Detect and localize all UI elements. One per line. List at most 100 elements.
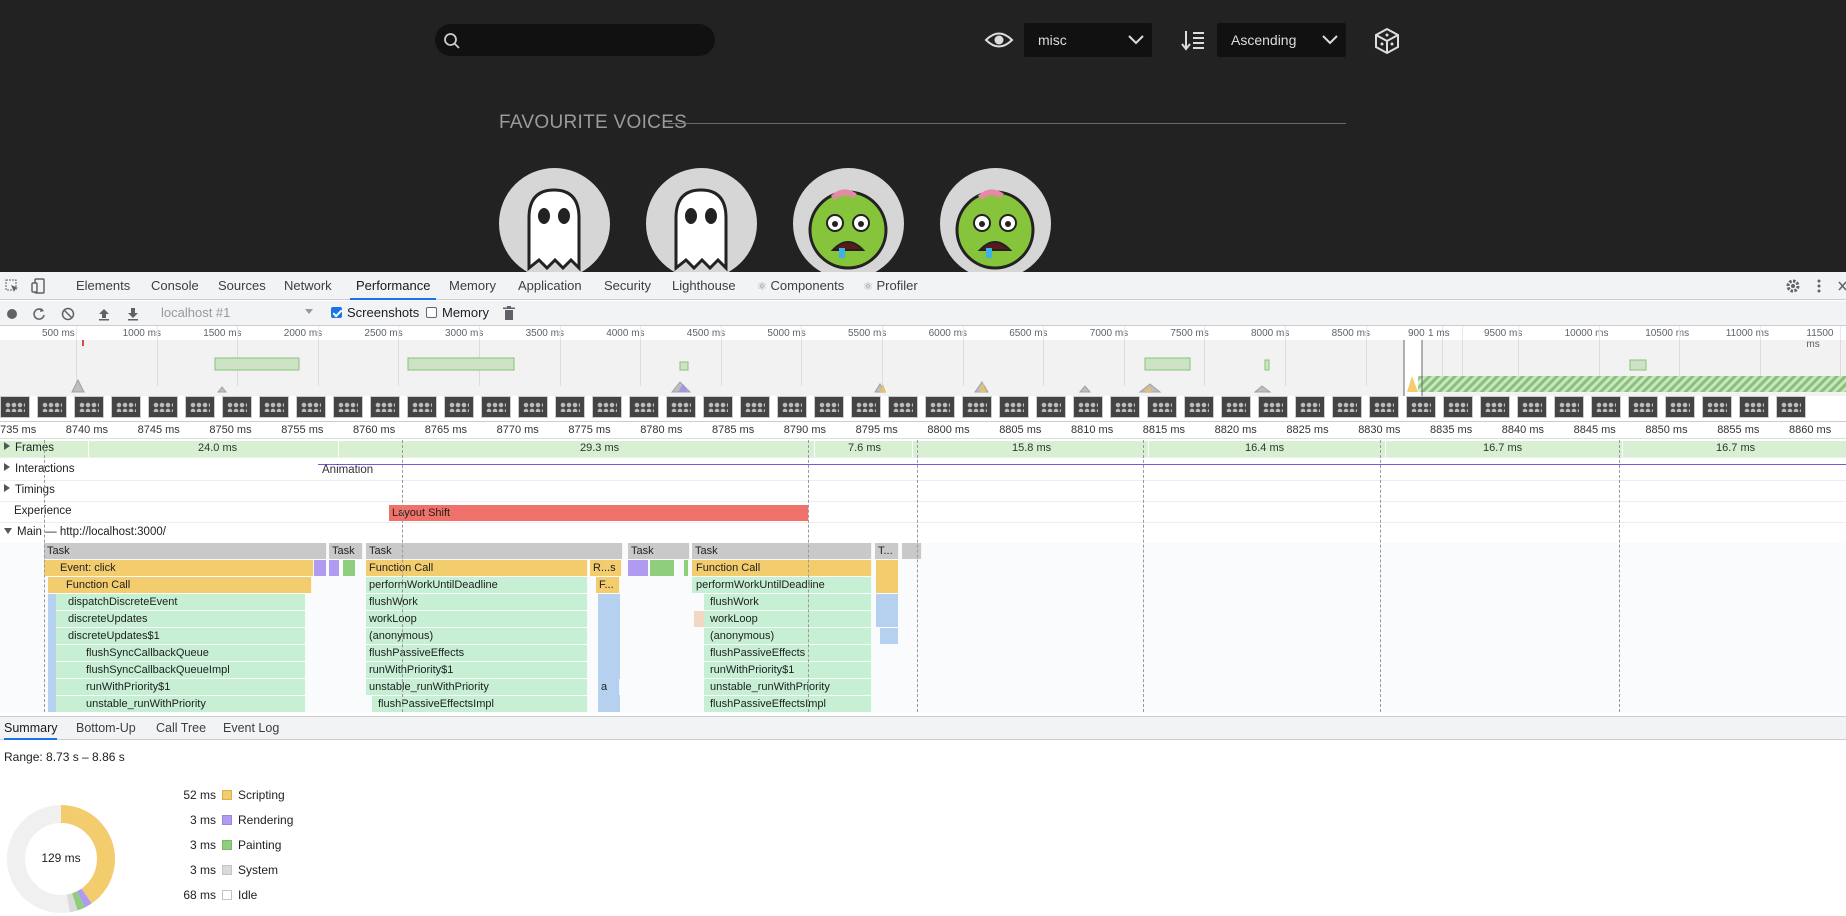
flame-entry[interactable]: flushPassiveEffectsImpl (704, 696, 872, 712)
screenshot-thumbnail[interactable] (518, 396, 548, 418)
screenshot-thumbnail[interactable] (1665, 396, 1695, 418)
category-dropdown[interactable]: misc (1024, 23, 1152, 57)
rendering-block[interactable] (628, 560, 648, 576)
flame-entry[interactable]: workLoop (704, 611, 872, 627)
interactions-track-label[interactable]: Interactions (4, 463, 74, 475)
flame-entry[interactable]: a (598, 679, 620, 695)
task-bar[interactable]: Task (329, 543, 363, 559)
frames-track-label[interactable]: Frames (4, 442, 54, 454)
timings-track[interactable]: Timings (0, 481, 1846, 502)
experience-track[interactable]: Experience Layout Shift (0, 502, 1846, 523)
flame-entry[interactable]: unstable_runWithPriority (48, 696, 306, 712)
function-call-bar[interactable]: Function Call (366, 560, 588, 576)
function-call-bar[interactable]: Function Call (692, 560, 872, 576)
screenshot-thumbnail[interactable] (703, 396, 733, 418)
timeline-overview[interactable]: 500 ms 1000 ms 1500 ms 2000 ms 2500 ms 3000 m… (0, 326, 1846, 422)
tab-console[interactable]: Console (151, 272, 199, 300)
flame-entry[interactable]: discreteUpdates$1 (48, 628, 306, 644)
tab-performance[interactable]: Performance (350, 272, 437, 300)
more-vert-icon[interactable] (1816, 278, 1822, 294)
event-click-bar[interactable]: Event: click (44, 560, 314, 576)
tab-profiler[interactable]: ⚛ Profiler (863, 272, 918, 300)
tab-elements[interactable]: Elements (76, 272, 130, 300)
task-bar[interactable]: Task (366, 543, 623, 559)
flame-entry[interactable]: performWorkUntilDeadline (366, 577, 588, 593)
sort-order-dropdown[interactable]: Ascending (1217, 23, 1346, 57)
flame-entry[interactable]: R...s (590, 560, 622, 576)
tab-event-log[interactable]: Event Log (223, 717, 279, 740)
gear-icon[interactable] (1785, 278, 1801, 294)
flame-entry[interactable] (876, 594, 898, 627)
dice-icon[interactable] (1372, 25, 1402, 55)
inspect-element-icon[interactable] (5, 279, 19, 293)
flame-entry[interactable]: flushPassiveEffects (704, 645, 872, 661)
flame-entry[interactable]: flushSyncCallbackQueueImpl (48, 662, 306, 678)
painting-block[interactable] (684, 560, 688, 576)
screenshot-thumbnail[interactable] (1036, 396, 1066, 418)
rendering-block[interactable] (314, 560, 326, 576)
screenshot-thumbnail[interactable] (962, 396, 992, 418)
flame-entry[interactable]: dispatchDiscreteEvent (48, 594, 306, 610)
tab-call-tree[interactable]: Call Tree (156, 717, 206, 740)
flame-entry[interactable] (48, 594, 56, 712)
upload-icon[interactable] (97, 307, 111, 321)
flame-entry[interactable]: runWithPriority$1 (48, 679, 306, 695)
tab-bottom-up[interactable]: Bottom-Up (76, 717, 136, 740)
rendering-block[interactable] (329, 560, 339, 576)
painting-block[interactable] (343, 560, 355, 576)
screenshot-thumbnail[interactable] (1739, 396, 1769, 418)
screenshot-thumbnail[interactable] (148, 396, 178, 418)
frames-track[interactable]: Frames 24.0 ms 29.3 ms 7.6 ms 15.8 ms 16… (0, 440, 1846, 458)
screenshot-thumbnail[interactable] (1147, 396, 1177, 418)
interactions-track[interactable]: Interactions Animation (0, 460, 1846, 481)
flame-entry[interactable]: unstable_runWithPriority (366, 679, 588, 695)
flame-entry[interactable]: F... (596, 577, 620, 593)
flame-chart[interactable]: Task Task Task Task Task T... Event: cli… (0, 543, 1846, 713)
screenshot-thumbnail[interactable] (185, 396, 215, 418)
flame-entry[interactable]: unstable_runWithPriority (704, 679, 872, 695)
tab-components[interactable]: ⚛ Components (757, 272, 844, 300)
main-track-label[interactable]: Main — http://localhost:3000/ (4, 526, 166, 538)
tab-lighthouse[interactable]: Lighthouse (672, 272, 736, 300)
screenshot-thumbnail[interactable] (370, 396, 400, 418)
screenshot-thumbnail[interactable] (1443, 396, 1473, 418)
screenshot-thumbnail[interactable] (407, 396, 437, 418)
screenshot-thumbnail[interactable] (814, 396, 844, 418)
screenshot-thumbnail[interactable] (74, 396, 104, 418)
flame-entry[interactable]: discreteUpdates (48, 611, 306, 627)
screenshot-thumbnail[interactable] (1554, 396, 1584, 418)
experience-track-label[interactable]: Experience (14, 505, 72, 517)
eye-icon[interactable] (984, 29, 1014, 51)
search-input[interactable] (435, 24, 715, 56)
flame-entry[interactable] (694, 611, 704, 627)
scripting-block[interactable] (876, 560, 898, 593)
screenshot-thumbnail[interactable] (1221, 396, 1251, 418)
screenshot-thumbnail[interactable] (1073, 396, 1103, 418)
screenshot-thumbnail[interactable] (296, 396, 326, 418)
flame-entry[interactable]: (anonymous) (704, 628, 872, 644)
flame-entry[interactable]: flushSyncCallbackQueue (48, 645, 306, 661)
flame-entry[interactable]: flushWork (704, 594, 872, 610)
tab-summary[interactable]: Summary (4, 717, 58, 740)
painting-block[interactable] (650, 560, 674, 576)
screenshot-thumbnail[interactable] (0, 396, 30, 418)
screenshot-thumbnail[interactable] (777, 396, 807, 418)
flame-entry[interactable]: performWorkUntilDeadline (692, 577, 872, 593)
flame-entry[interactable]: runWithPriority$1 (366, 662, 588, 678)
reload-icon[interactable] (32, 307, 46, 321)
screenshot-thumbnail[interactable] (222, 396, 252, 418)
device-toolbar-icon[interactable] (31, 278, 45, 294)
screenshot-thumbnail[interactable] (999, 396, 1029, 418)
screenshot-thumbnail[interactable] (1517, 396, 1547, 418)
screenshot-thumbnail[interactable] (592, 396, 622, 418)
screenshot-thumbnail[interactable] (333, 396, 363, 418)
flame-entry[interactable]: runWithPriority$1 (704, 662, 872, 678)
flame-entry[interactable] (880, 628, 898, 644)
voice-avatar-ghost-1[interactable] (499, 168, 610, 272)
sort-icon[interactable] (1181, 29, 1205, 51)
flame-entry[interactable]: workLoop (366, 611, 588, 627)
screenshot-thumbnail[interactable] (888, 396, 918, 418)
timings-track-label[interactable]: Timings (4, 484, 55, 496)
screenshot-thumbnail[interactable] (481, 396, 511, 418)
task-bar[interactable] (902, 543, 922, 559)
